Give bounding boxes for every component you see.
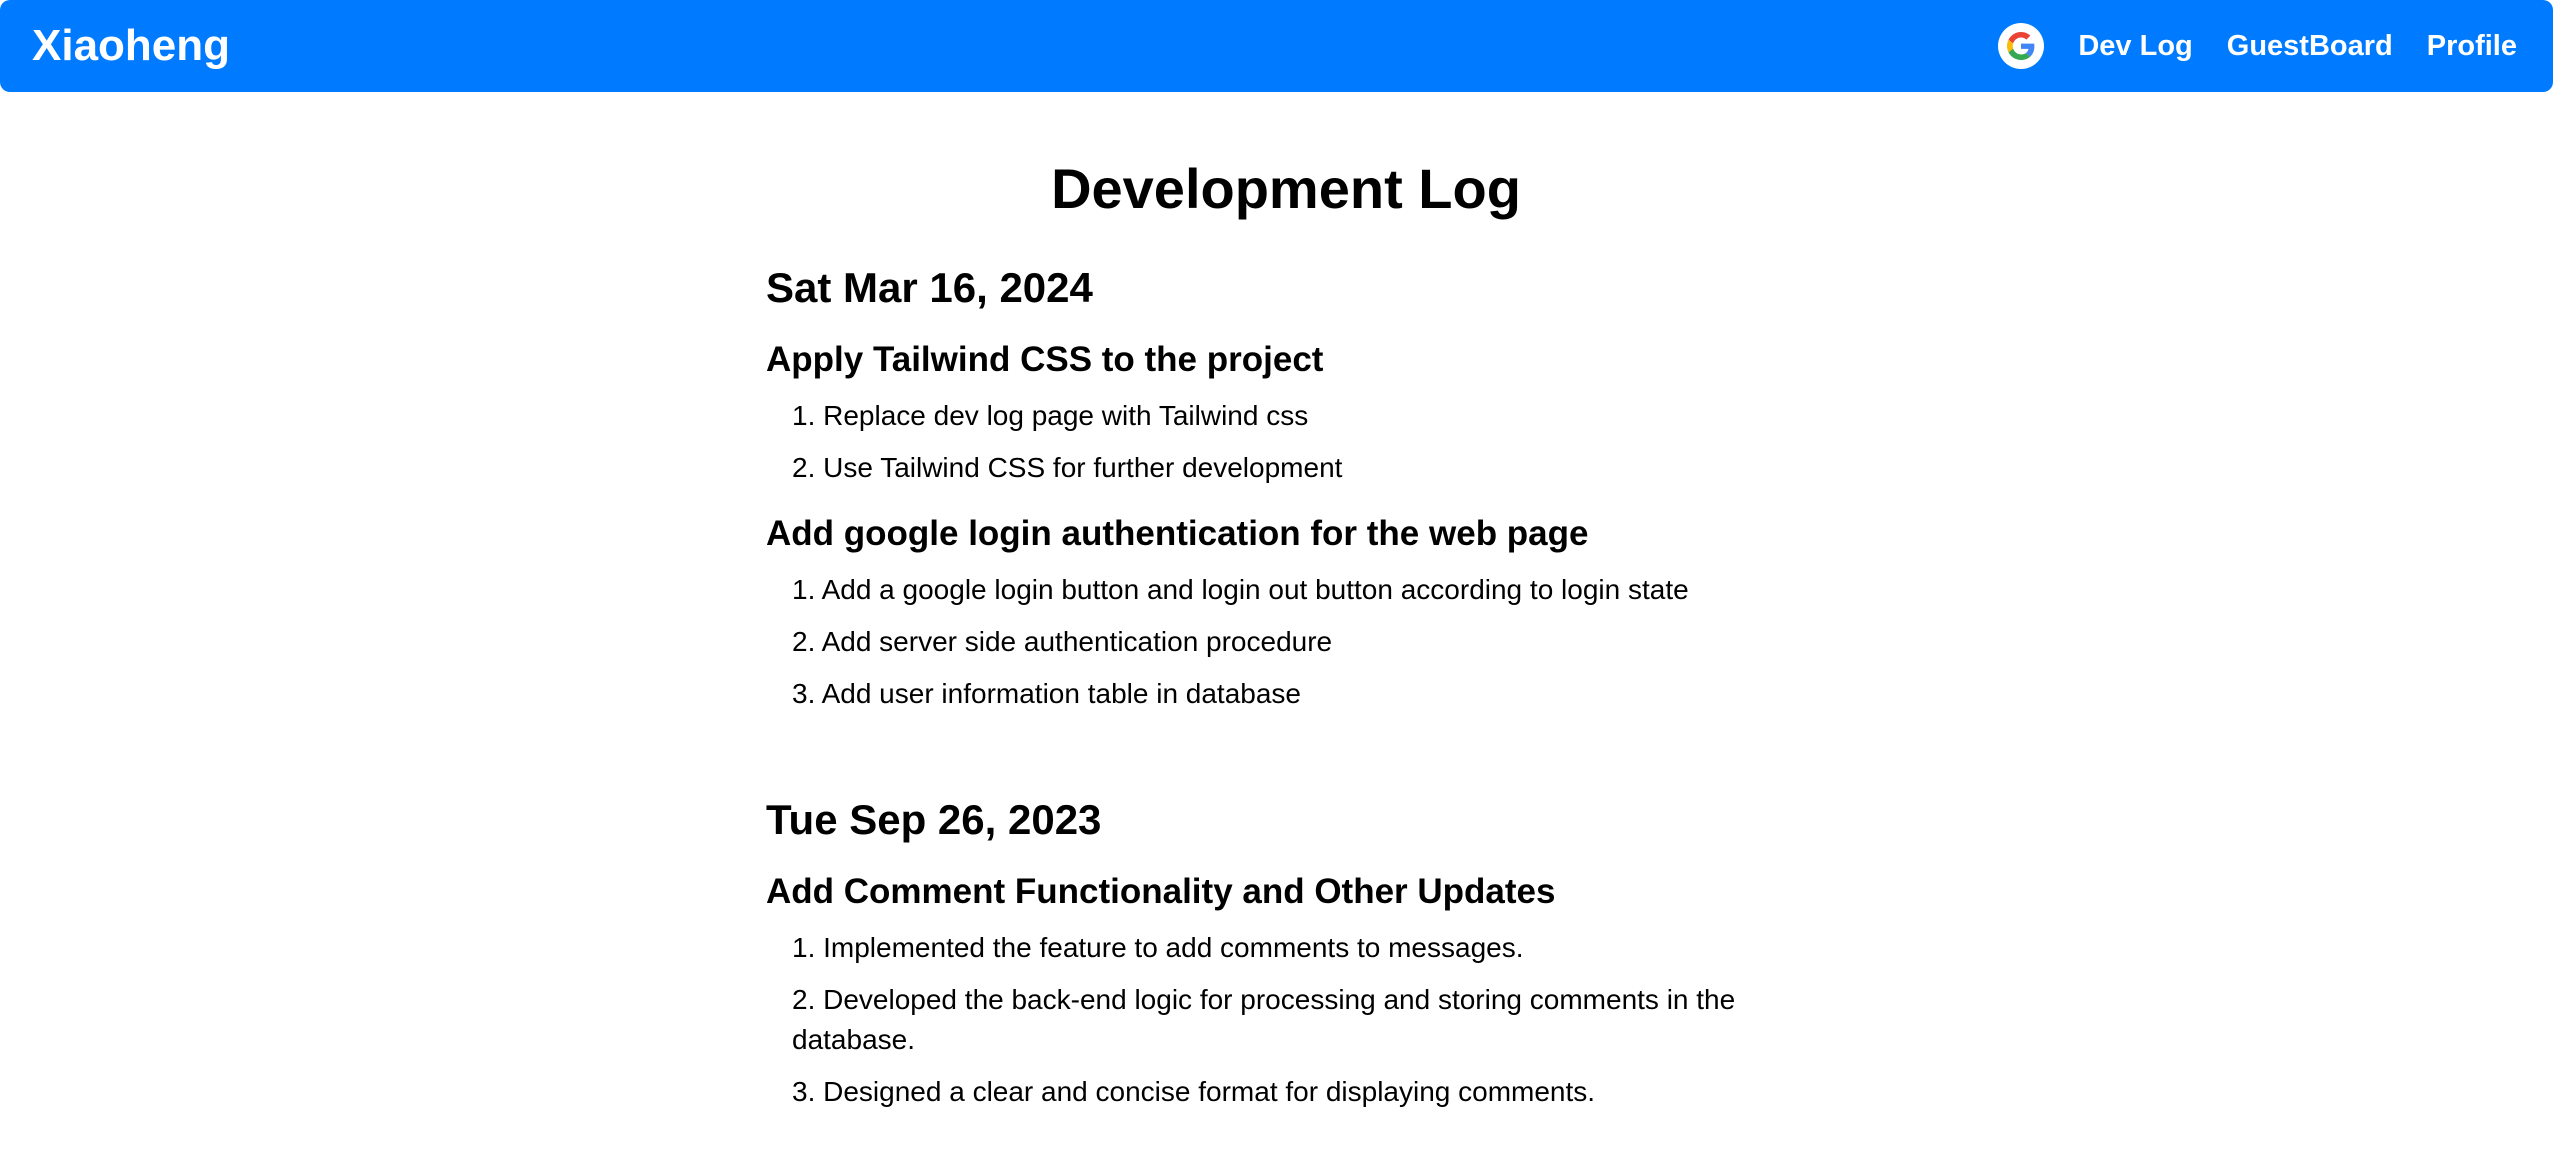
task-item-list: 1. Implemented the feature to add commen… <box>766 928 1766 1112</box>
list-item: 2. Developed the back-end logic for proc… <box>792 984 1736 1055</box>
task-title: Apply Tailwind CSS to the project <box>766 340 1324 379</box>
list-item: 1. Implemented the feature to add commen… <box>792 932 1524 963</box>
list-item: 1. Replace dev log page with Tailwind cs… <box>792 400 1309 431</box>
brand-link[interactable]: Xiaoheng <box>32 18 230 74</box>
google-logo-icon <box>2007 32 2035 60</box>
entry-date: Tue Sep 26, 2023 <box>766 796 1102 843</box>
list-item: 2. Add server side authentication proced… <box>792 626 1333 657</box>
list-item: 3. Add user information table in databas… <box>792 678 1302 709</box>
nav-links: Dev Log GuestBoard Profile <box>1998 0 2517 92</box>
entry-date: Sat Mar 16, 2024 <box>766 264 1093 311</box>
task-item-list: 1. Add a google login button and login o… <box>766 570 1766 714</box>
google-login-button[interactable] <box>1998 23 2045 69</box>
task-item-list: 1. Replace dev log page with Tailwind cs… <box>766 396 1766 488</box>
list-item: 3. Designed a clear and concise format f… <box>792 1076 1596 1107</box>
page-title: Development Log <box>1051 157 1521 220</box>
task-title: Add google login authentication for the … <box>766 514 1589 553</box>
log-entry: Sat Mar 16, 2024 Apply Tailwind CSS to t… <box>766 262 1786 714</box>
list-item: 2. Use Tailwind CSS for further developm… <box>792 452 1343 483</box>
nav-link-guestboard[interactable]: GuestBoard <box>2227 28 2393 64</box>
dev-log-content: Development Log Sat Mar 16, 2024 Apply T… <box>766 92 1786 1124</box>
list-item: 1. Add a google login button and login o… <box>792 574 1689 605</box>
nav-link-dev-log[interactable]: Dev Log <box>2078 28 2192 64</box>
task-title: Add Comment Functionality and Other Upda… <box>766 872 1556 911</box>
nav-link-profile[interactable]: Profile <box>2427 28 2517 64</box>
log-entry: Tue Sep 26, 2023 Add Comment Functionali… <box>766 794 1786 1112</box>
top-navbar: Xiaoheng Dev Log GuestBoard Profile <box>0 0 2553 92</box>
